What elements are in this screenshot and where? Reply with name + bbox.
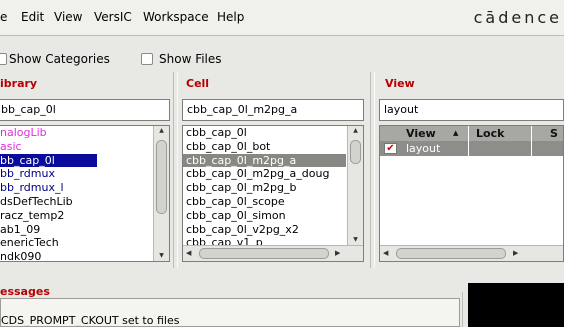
menu-help[interactable]: Help <box>217 10 244 24</box>
view-table: View ▲ Lock S layout ✔ ◀ ▶ <box>379 125 564 262</box>
library-item[interactable]: bb_rdmux_l <box>0 181 169 195</box>
library-item[interactable]: enericTech <box>0 236 169 250</box>
cell-item[interactable]: cbb_cap_0l_simon <box>183 209 363 223</box>
check-icon[interactable]: ✔ <box>384 143 397 154</box>
menu-edit[interactable]: Edit <box>21 10 44 24</box>
library-scroll-thumb[interactable] <box>156 140 167 214</box>
view-input[interactable]: layout <box>379 99 564 121</box>
library-input[interactable]: bb_cap_0l <box>0 99 170 121</box>
cell-vscrollbar[interactable]: ▲ ▼ <box>347 126 363 245</box>
menu-workspace[interactable]: Workspace <box>143 10 209 24</box>
scroll-right-arrow-icon[interactable]: ▶ <box>335 249 340 257</box>
options-bar: Show Categories Show Files <box>0 37 564 75</box>
view-title: View <box>385 77 415 90</box>
scroll-up-arrow-icon[interactable]: ▲ <box>154 127 169 134</box>
lock-column-header[interactable]: Lock <box>469 126 532 141</box>
cell-input[interactable]: cbb_cap_0l_m2pg_a <box>182 99 364 121</box>
scroll-left-arrow-icon[interactable]: ◀ <box>186 249 191 257</box>
view-row-lock[interactable] <box>469 141 532 156</box>
library-item[interactable]: ndk090 <box>0 250 169 261</box>
sort-ascending-icon: ▲ <box>453 129 459 137</box>
cell-item[interactable]: cbb_cap_0l_v2pg_x2 <box>183 223 363 237</box>
messages-title: essages <box>0 285 50 298</box>
menu-file[interactable]: e <box>0 10 7 24</box>
library-title: ibrary <box>0 77 38 90</box>
library-item[interactable]: racz_temp2 <box>0 209 169 223</box>
cell-item-selected[interactable]: cbb_cap_0l_m2pg_a <box>183 153 346 168</box>
library-list[interactable]: nalogLib asic bb_cap_0l bb_rdmux bb_rdmu… <box>0 125 170 262</box>
scroll-down-arrow-icon[interactable]: ▼ <box>348 236 363 243</box>
cell-list[interactable]: cbb_cap_0l cbb_cap_0l_bot cbb_cap_0l_m2p… <box>182 125 364 262</box>
cell-item[interactable]: cbb_cap_0l_bot <box>183 140 363 154</box>
cell-item[interactable]: cbb_cap_0l <box>183 126 363 140</box>
show-categories-label: Show Categories <box>9 52 110 66</box>
cell-item[interactable]: cbb_cap_0l_scope <box>183 195 363 209</box>
library-vscrollbar[interactable]: ▲ ▼ <box>153 126 169 261</box>
pane-divider[interactable] <box>370 72 375 268</box>
library-item[interactable]: ab1_09 <box>0 223 169 237</box>
view-hscroll-thumb[interactable] <box>396 248 506 259</box>
scroll-right-arrow-icon[interactable]: ▶ <box>513 249 518 257</box>
scroll-up-arrow-icon[interactable]: ▲ <box>348 127 363 134</box>
preview-area <box>468 283 564 327</box>
resize-grip[interactable] <box>462 292 466 327</box>
library-item[interactable]: asic <box>0 140 169 154</box>
cell-scroll-thumb[interactable] <box>350 140 361 164</box>
show-files-checkbox[interactable] <box>141 53 153 65</box>
view-row-s[interactable] <box>532 141 563 156</box>
view-hscrollbar[interactable]: ◀ ▶ <box>380 245 563 261</box>
cell-title: Cell <box>186 77 210 90</box>
message-line: CDS_PROMPT_CKOUT set to files <box>1 314 180 327</box>
library-item[interactable]: dsDefTechLib <box>0 195 169 209</box>
scroll-left-arrow-icon[interactable]: ◀ <box>383 249 388 257</box>
cell-item[interactable]: cbb_cap_0l_m2pg_a_doug <box>183 167 363 181</box>
menu-versic[interactable]: VersIC <box>94 10 132 24</box>
s-column-header[interactable]: S <box>532 126 563 141</box>
messages-panel: CDS_PROMPT_CKOUT set to files <box>0 298 460 327</box>
library-item[interactable]: bb_rdmux <box>0 167 169 181</box>
menubar: e Edit View VersIC Workspace Help cādenc… <box>0 0 564 36</box>
pane-divider[interactable] <box>173 72 178 268</box>
view-column-label: View <box>406 127 436 140</box>
cadence-logo: cādence <box>473 8 562 27</box>
cell-hscroll-thumb[interactable] <box>199 248 329 259</box>
menu-view[interactable]: View <box>54 10 82 24</box>
scroll-down-arrow-icon[interactable]: ▼ <box>154 252 169 259</box>
library-item-selected[interactable]: bb_cap_0l <box>0 153 97 168</box>
library-item[interactable]: nalogLib <box>0 126 169 140</box>
cell-item[interactable]: cbb_cap_0l_m2pg_b <box>183 181 363 195</box>
show-files-label: Show Files <box>159 52 222 66</box>
show-categories-checkbox[interactable] <box>0 53 7 65</box>
cell-hscrollbar[interactable]: ◀ ▶ <box>183 245 363 261</box>
view-column-header[interactable]: View ▲ <box>380 126 469 141</box>
